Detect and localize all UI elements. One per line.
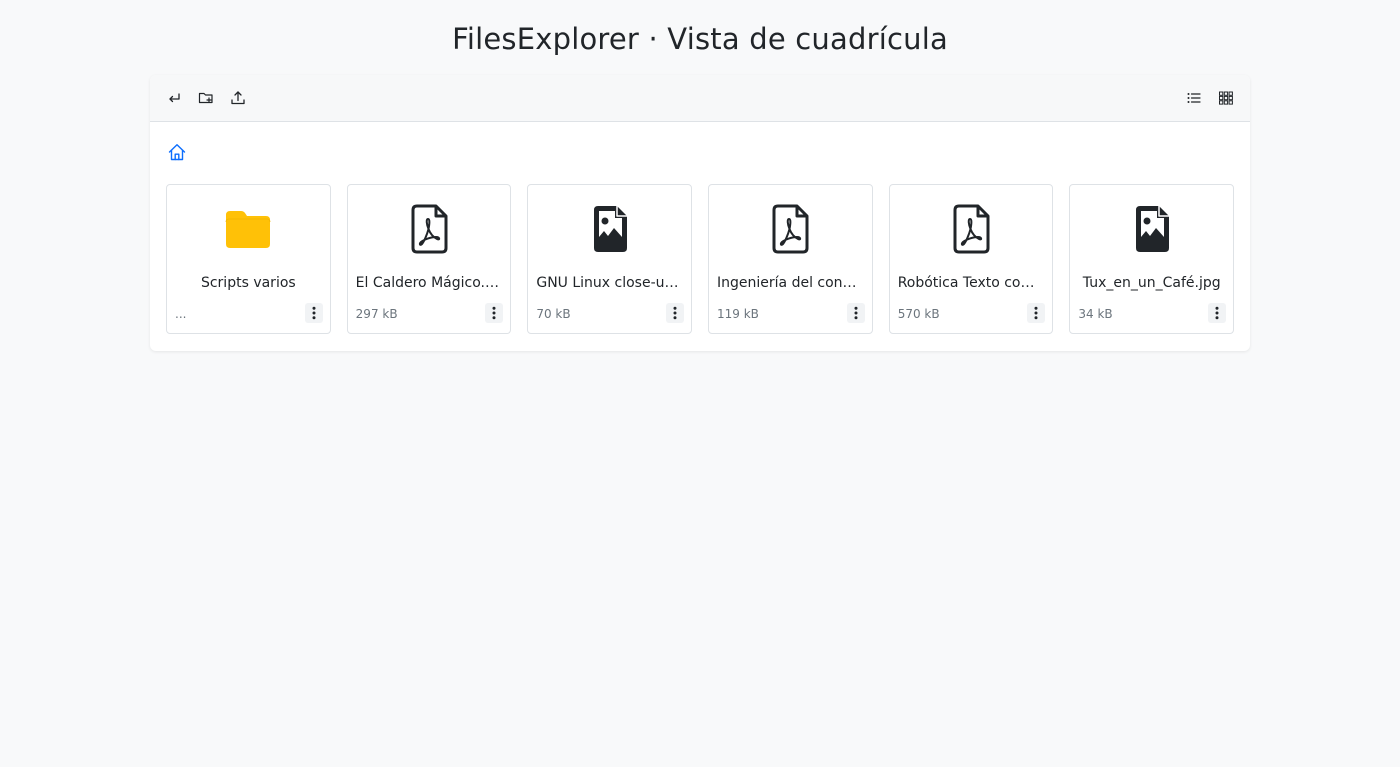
image-file-icon bbox=[1070, 203, 1233, 255]
toolbar bbox=[150, 75, 1250, 122]
file-card[interactable]: El Caldero Mágico.pdf 297 kB bbox=[346, 184, 512, 334]
grid-view-button[interactable] bbox=[1215, 87, 1237, 109]
item-name: Scripts varios bbox=[200, 275, 296, 291]
item-menu-button[interactable] bbox=[304, 303, 323, 323]
folder-plus-icon bbox=[198, 92, 213, 104]
list-icon bbox=[1187, 93, 1201, 103]
more-vertical-icon bbox=[1215, 306, 1219, 320]
file-card[interactable]: Tux_en_un_Café.jpg 34 kB bbox=[1069, 184, 1235, 334]
pdf-file-icon bbox=[709, 203, 872, 255]
item-size: 297 kB bbox=[355, 307, 398, 321]
folder-icon bbox=[167, 203, 330, 255]
item-size: 119 kB bbox=[717, 307, 759, 321]
more-vertical-icon bbox=[1034, 306, 1038, 320]
more-vertical-icon bbox=[673, 306, 677, 320]
file-card[interactable]: GNU Linux close-up.jpg 70 kB bbox=[527, 184, 693, 334]
new-folder-button[interactable] bbox=[195, 87, 217, 109]
page-title: FilesExplorer · Vista de cuadrícula bbox=[452, 22, 948, 56]
more-vertical-icon bbox=[854, 306, 858, 320]
item-menu-button[interactable] bbox=[1208, 303, 1227, 323]
item-name: Ingeniería del conocimiento.pdf bbox=[717, 275, 864, 291]
item-menu-button[interactable] bbox=[1027, 303, 1046, 323]
breadcrumb-home[interactable] bbox=[166, 141, 188, 163]
folder-card[interactable]: Scripts varios... bbox=[166, 184, 331, 334]
return-arrow-icon bbox=[169, 93, 180, 103]
image-file-icon bbox=[528, 203, 691, 255]
item-name: Tux_en_un_Café.jpg bbox=[1082, 275, 1221, 291]
item-name: GNU Linux close-up.jpg bbox=[536, 275, 683, 291]
home-icon bbox=[168, 144, 186, 161]
grid-icon bbox=[1219, 91, 1233, 105]
upload-button[interactable] bbox=[227, 87, 249, 109]
pdf-file-icon bbox=[348, 203, 511, 255]
upload-icon bbox=[231, 91, 245, 105]
item-name: El Caldero Mágico.pdf bbox=[355, 275, 503, 291]
breadcrumb bbox=[166, 141, 188, 163]
more-vertical-icon bbox=[492, 306, 496, 320]
item-size: 570 kB bbox=[897, 307, 940, 321]
item-size: 70 kB bbox=[536, 307, 571, 321]
pdf-file-icon bbox=[890, 203, 1053, 255]
file-grid: Scripts varios... El Caldero Mágico.pdf 2… bbox=[166, 184, 1235, 334]
item-size: 34 kB bbox=[1078, 307, 1113, 321]
item-menu-button[interactable] bbox=[666, 303, 685, 323]
item-size: ... bbox=[175, 307, 187, 321]
file-card[interactable]: Ingeniería del conocimiento.pdf 119 kB bbox=[708, 184, 873, 334]
list-view-button[interactable] bbox=[1183, 87, 1205, 109]
item-menu-button[interactable] bbox=[485, 303, 504, 323]
file-explorer: Scripts varios... El Caldero Mágico.pdf 2… bbox=[150, 75, 1250, 351]
file-card[interactable]: Robótica Texto completo.pdf 570 kB bbox=[888, 184, 1054, 334]
item-name: Robótica Texto completo.pdf bbox=[897, 275, 1045, 291]
item-menu-button[interactable] bbox=[846, 303, 865, 323]
back-button[interactable] bbox=[163, 87, 185, 109]
more-vertical-icon bbox=[312, 306, 316, 320]
